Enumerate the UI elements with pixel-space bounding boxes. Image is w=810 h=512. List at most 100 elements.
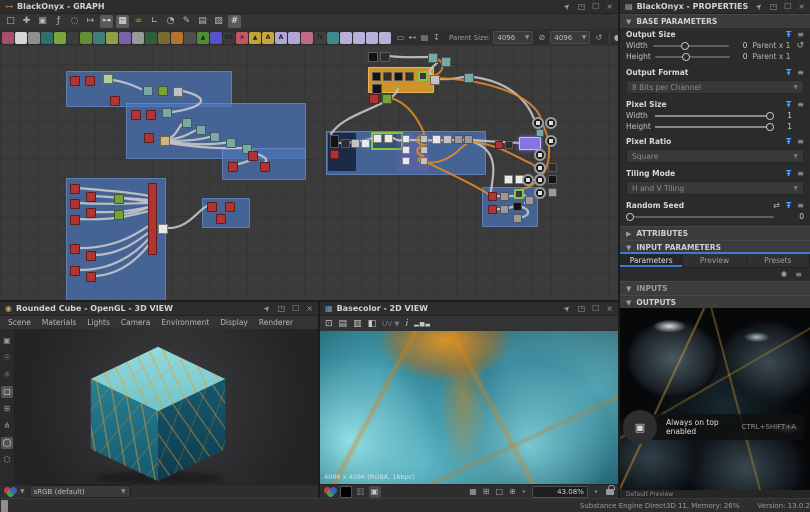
- node-view-icon[interactable]: ⊶: [100, 15, 113, 28]
- graph-node[interactable]: [420, 146, 428, 154]
- graph-node[interactable]: [143, 86, 153, 96]
- uv-mode-select[interactable]: UV ▼: [382, 320, 400, 328]
- graph-node[interactable]: [260, 162, 270, 172]
- expose-parameter-icon[interactable]: Ŧ: [786, 137, 791, 146]
- graph-node[interactable]: [173, 87, 183, 97]
- channels-icon[interactable]: ▥: [356, 487, 365, 497]
- atlas-node-button-11[interactable]: [132, 32, 144, 44]
- graph-node[interactable]: [500, 192, 509, 201]
- marquee-select-icon[interactable]: □: [4, 15, 17, 28]
- pin-icon[interactable]: ➤: [754, 1, 764, 11]
- close-icon[interactable]: ×: [606, 3, 613, 11]
- center-icon[interactable]: ⊕: [509, 487, 516, 496]
- atlas-node-button-1[interactable]: [2, 32, 14, 44]
- float-icon[interactable]: ◳: [770, 3, 778, 11]
- histogram-icon[interactable]: ▂▅▃: [414, 320, 431, 327]
- graph-node[interactable]: [488, 205, 497, 214]
- graph-node[interactable]: [86, 192, 96, 202]
- slider-knob[interactable]: [766, 112, 774, 120]
- graph-node[interactable]: [341, 139, 350, 148]
- edit-tool-icon[interactable]: ✎: [180, 15, 193, 28]
- slider-knob[interactable]: [626, 213, 634, 221]
- atlas-node-button-30[interactable]: [379, 32, 391, 44]
- pixel-height-slider[interactable]: [655, 126, 773, 128]
- menu-environment[interactable]: Environment: [161, 318, 209, 327]
- camera-icon[interactable]: ▣: [1, 335, 13, 347]
- light-icon[interactable]: ☉: [1, 352, 13, 364]
- maximize-icon[interactable]: ☐: [592, 305, 599, 313]
- zoom-level-field[interactable]: 43.08%: [532, 486, 588, 498]
- tab-presets[interactable]: Presets: [747, 254, 810, 267]
- graph-node[interactable]: [380, 52, 390, 62]
- atlas-node-button-15[interactable]: [184, 32, 196, 44]
- compute-time-icon[interactable]: ◔: [164, 15, 177, 28]
- snapshot-icon[interactable]: ▣: [36, 15, 49, 28]
- graph-node[interactable]: [369, 94, 379, 104]
- pixel-height-value[interactable]: 1: [778, 122, 792, 131]
- atlas-node-button-4[interactable]: [41, 32, 53, 44]
- parameter-menu-icon[interactable]: ≡: [797, 169, 804, 178]
- graph-node[interactable]: [70, 244, 80, 254]
- atlas-node-button-22[interactable]: A: [275, 32, 287, 44]
- float-icon[interactable]: ◳: [278, 305, 286, 313]
- pixel-width-value[interactable]: 1: [778, 111, 792, 120]
- menu-camera[interactable]: Camera: [121, 318, 150, 327]
- graph-node[interactable]: [464, 73, 474, 83]
- info-icon[interactable]: i: [406, 319, 409, 329]
- clean-graph-icon[interactable]: ▨: [212, 15, 225, 28]
- atlas-node-button-13[interactable]: [158, 32, 170, 44]
- graph-node[interactable]: [514, 189, 524, 199]
- atlas-node-button-21[interactable]: A: [262, 32, 274, 44]
- atlas-node-button-28[interactable]: [353, 32, 365, 44]
- graph-node[interactable]: [70, 199, 80, 209]
- menu-materials[interactable]: Materials: [42, 318, 76, 327]
- pixel-ratio-select[interactable]: Square ▼: [626, 149, 804, 163]
- random-seed-slider[interactable]: [626, 216, 774, 218]
- graph-node[interactable]: [548, 163, 557, 172]
- graph-node[interactable]: [420, 135, 428, 143]
- environment-icon[interactable]: ☼: [1, 369, 13, 381]
- attributes-header[interactable]: ▶ ATTRIBUTES: [620, 226, 810, 240]
- graph-node[interactable]: [513, 202, 522, 211]
- graph-node[interactable]: [103, 74, 113, 84]
- inputs-header[interactable]: ▼ INPUTS: [620, 281, 810, 295]
- reset-size-icon[interactable]: ↺: [593, 32, 604, 44]
- menu-renderer[interactable]: Renderer: [259, 318, 293, 327]
- atlas-node-button-8[interactable]: [93, 32, 105, 44]
- expose-parameter-icon[interactable]: Ŧ: [786, 100, 791, 109]
- menu-scene[interactable]: Scene: [8, 318, 31, 327]
- expose-parameter-icon[interactable]: Ŧ: [786, 30, 791, 39]
- graph-node[interactable]: [443, 135, 452, 144]
- atlas-node-button-19[interactable]: ×: [236, 32, 248, 44]
- background-color-swatch[interactable]: [340, 486, 352, 498]
- graph-node[interactable]: [441, 57, 451, 67]
- graph-node[interactable]: [110, 96, 120, 106]
- graph-node[interactable]: [464, 135, 473, 144]
- graph-node[interactable]: [361, 139, 370, 148]
- export-image-icon[interactable]: ⊡: [325, 319, 333, 329]
- atlas-node-button-2[interactable]: [15, 32, 27, 44]
- graph-node[interactable]: [146, 110, 156, 120]
- random-seed-value[interactable]: 0: [790, 212, 804, 221]
- output-node-badge[interactable]: [545, 135, 557, 147]
- graph-node[interactable]: [158, 224, 168, 234]
- pixel-width-slider[interactable]: [655, 115, 773, 117]
- tab-parameters[interactable]: Parameters: [620, 254, 683, 267]
- grid-icon[interactable]: ▦: [469, 487, 477, 496]
- expose-parameter-icon[interactable]: Ŧ: [786, 169, 791, 178]
- align-horizontal-icon[interactable]: ●●: [615, 32, 618, 44]
- material-preview-image[interactable]: ▣ Always on top enabled CTRL+SHIFT+A: [620, 308, 810, 490]
- graph-node[interactable]: [402, 146, 410, 154]
- graph-node[interactable]: [70, 76, 80, 86]
- atlas-node-button-27[interactable]: [340, 32, 352, 44]
- graph-node[interactable]: [420, 157, 428, 165]
- atlas-node-button-10[interactable]: [119, 32, 131, 44]
- output-node-badge[interactable]: [534, 149, 546, 161]
- output-node-badge[interactable]: [534, 162, 546, 174]
- transform-icon[interactable]: ⊞: [1, 403, 13, 415]
- float-icon[interactable]: ◳: [578, 305, 586, 313]
- pan-tool-icon[interactable]: ✚: [20, 15, 33, 28]
- graph-node[interactable]: [368, 52, 378, 62]
- graph-node[interactable]: [70, 215, 80, 225]
- output-node-badge[interactable]: [522, 174, 534, 186]
